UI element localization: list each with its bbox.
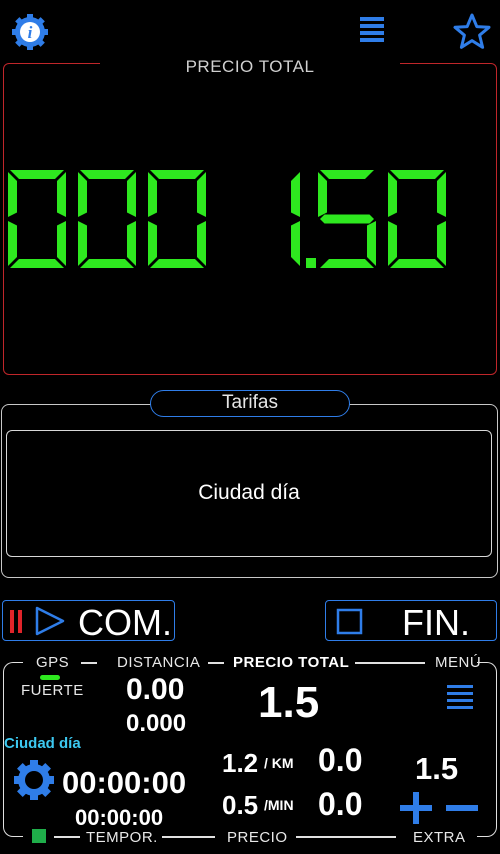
meter-digit [8,170,66,268]
svg-text:i: i [28,23,33,42]
start-label: COM. [78,602,172,643]
plus-icon[interactable] [398,790,434,831]
divider [208,662,224,664]
start-button[interactable]: COM. [2,600,175,643]
rate-min: 0.5 [222,790,259,820]
play-icon [35,606,65,636]
gps-label: GPS [36,654,70,671]
distancia-sub: 0.000 [126,710,187,737]
menu-label: MENÚ [435,654,482,671]
meter-segment [57,172,66,217]
stop-button[interactable]: FIN. [325,600,497,643]
meter-segment [390,259,444,268]
stop-icon [336,608,363,635]
meter-digit [388,170,446,268]
meter-segment [320,214,374,224]
meter-segment [390,170,444,179]
meter-segment [10,170,64,179]
meter-segment [127,172,136,217]
divider [162,836,215,838]
meter-segment [10,259,64,268]
tarifa-selector[interactable]: Ciudad día [6,430,492,557]
tarifas-label: Tarifas [150,390,350,417]
precio-label: PRECIO [227,829,288,846]
info-icon[interactable]: i [10,12,50,52]
divider [296,836,396,838]
meter-segment [197,221,206,266]
status-indicator [32,829,46,843]
rate-min-unit: /MIN [264,797,294,813]
gps-signal-text: FUERTE [21,682,84,699]
rate-km: 1.2 [222,748,259,778]
meter-segment [80,170,134,179]
meter-digit [291,172,300,266]
meter-segment [388,172,397,217]
timer-main: 00:00:00 [62,765,187,800]
meter-segment [150,170,204,179]
meter-segment [437,221,446,266]
meter-segment [367,221,376,266]
gear-icon[interactable] [12,758,56,807]
meter-digit [148,170,206,268]
meter-segment [127,221,136,266]
meter-segment [320,259,374,268]
precio-total-label: PRECIO TOTAL [233,654,350,671]
pause-icon [10,610,22,633]
timer-sub: 00:00:00 [75,805,164,830]
tempor-label: TEMPOR. [86,829,158,846]
tarifa-name: Ciudad día [4,735,81,752]
meter-title: PRECIO TOTAL [185,57,315,76]
meter-segment [197,172,206,217]
extra-label: EXTRA [413,829,466,846]
divider [355,662,425,664]
meter-segment [318,172,327,217]
meter-segment [437,172,446,217]
precio-total-value: 1.5 [258,678,320,727]
distancia-label: DISTANCIA [117,654,201,671]
rate-km-unit: / KM [264,755,294,771]
meter-segment [320,170,374,179]
divider [54,836,80,838]
star-icon[interactable] [452,12,492,52]
meter-decimal-point [306,258,316,268]
precio-min-value: 0.0 [318,786,363,822]
precio-km-value: 0.0 [318,742,363,778]
meter-segment [291,221,300,266]
minus-icon[interactable] [444,790,480,831]
meter-segment [8,221,17,266]
meter-digit [78,170,136,268]
meter-segment [150,259,204,268]
extra-value: 1.5 [415,751,459,786]
divider [81,662,97,664]
meter-segment [80,259,134,268]
meter-segment [78,172,87,217]
meter-segment [78,221,87,266]
gps-signal-bar [40,675,60,680]
meter-segment [148,221,157,266]
meter-display [8,170,446,268]
stop-label: FIN. [402,602,470,643]
meter-segment [8,172,17,217]
info-panel-right-border [477,662,497,837]
bottom-menu-icon[interactable] [446,684,474,717]
meter-segment [57,221,66,266]
distancia-value: 0.00 [126,673,185,706]
menu-icon[interactable] [355,12,395,52]
meter-segment [148,172,157,217]
meter-segment [388,221,397,266]
meter-digit [318,170,376,268]
meter-segment [291,172,300,217]
